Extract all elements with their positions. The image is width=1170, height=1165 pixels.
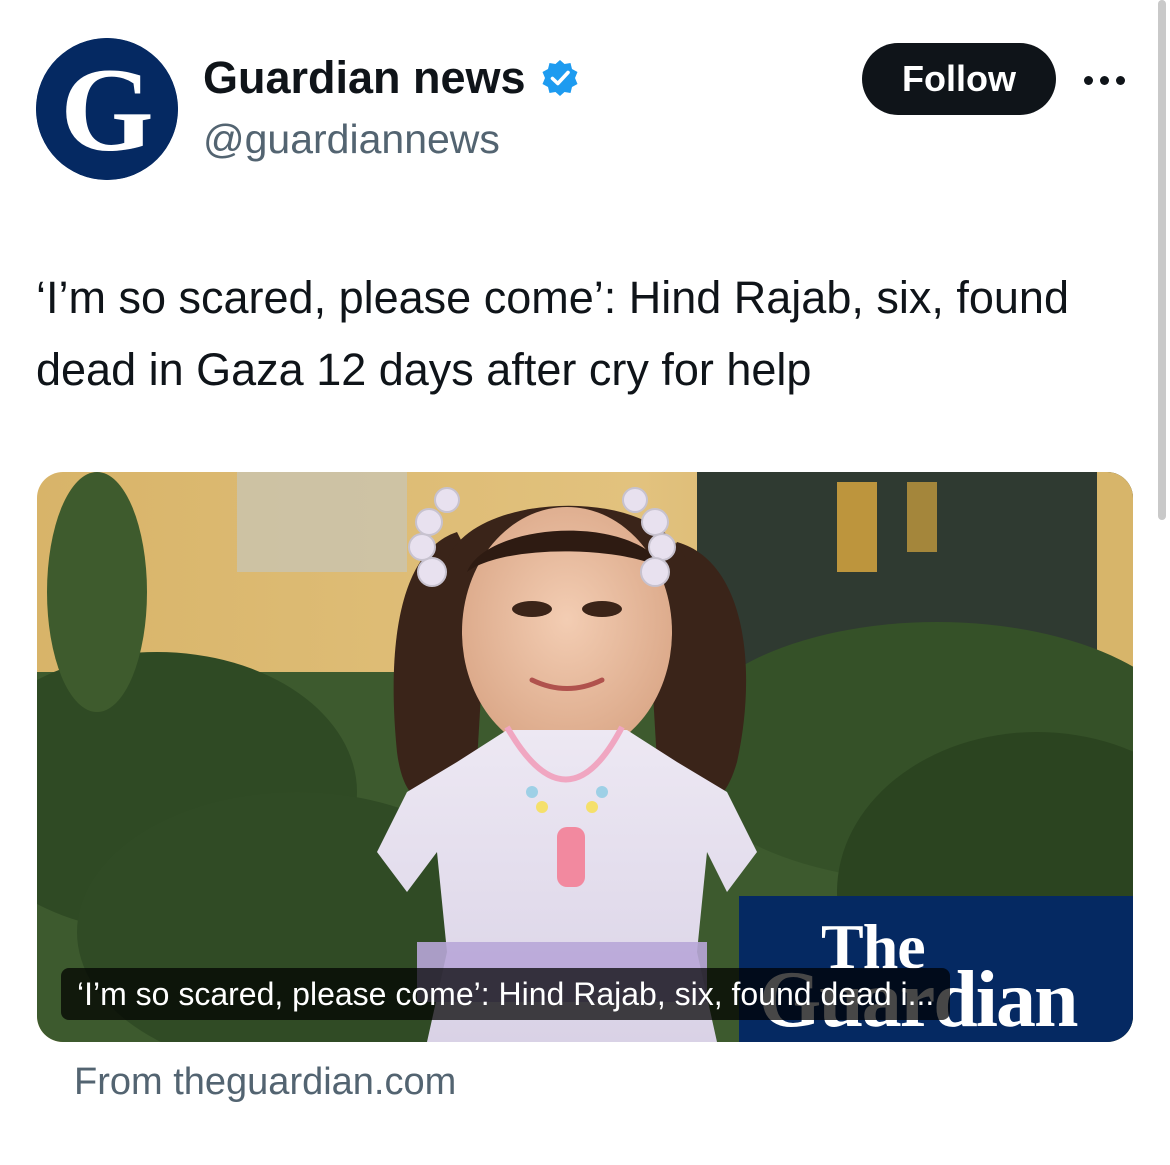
account-handle[interactable]: @guardiannews xyxy=(203,112,580,166)
follow-button[interactable]: Follow xyxy=(862,43,1056,115)
guardian-logo-icon: G xyxy=(36,38,178,180)
display-name[interactable]: Guardian news xyxy=(203,50,526,106)
account-names: Guardian news @guardiannews xyxy=(203,50,580,166)
card-caption: ‘I’m so scared, please come’: Hind Rajab… xyxy=(61,968,951,1020)
tweet-text: ‘I’m so scared, please come’: Hind Rajab… xyxy=(36,272,1069,395)
verified-badge-icon xyxy=(540,58,580,98)
tweet-header: G Guardian news @guardiannews Follow xyxy=(36,36,1136,186)
svg-text:G: G xyxy=(60,43,153,176)
avatar[interactable]: G xyxy=(36,38,178,180)
link-card[interactable]: The Guardian ‘I’m so scared, please come… xyxy=(37,472,1133,1042)
card-source-link[interactable]: From theguardian.com xyxy=(74,1056,456,1108)
more-options-icon[interactable] xyxy=(1084,64,1136,88)
scrollbar[interactable] xyxy=(1158,0,1166,520)
